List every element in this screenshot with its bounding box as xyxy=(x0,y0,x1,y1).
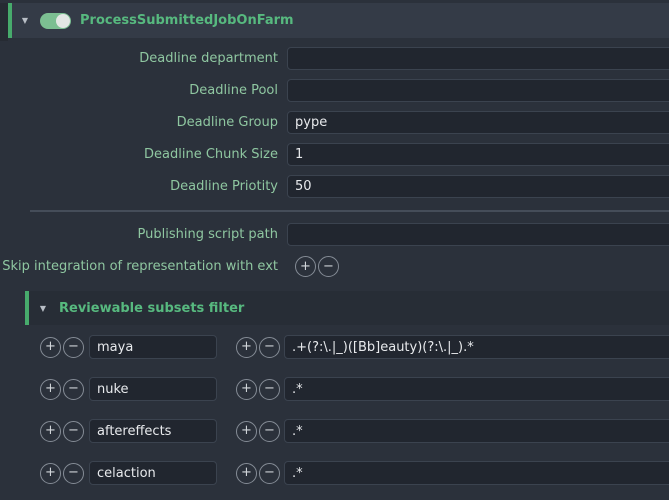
deadline-group-input[interactable] xyxy=(287,111,669,134)
filter-row-nuke: + − + − xyxy=(40,377,669,401)
filter-key-input[interactable] xyxy=(89,335,217,359)
add-item-button[interactable]: + xyxy=(40,379,61,400)
field-row-publishing-script-path: Publishing script path xyxy=(0,223,669,246)
filter-value-input[interactable] xyxy=(284,419,669,443)
skip-integration-row: Skip integration of representation with … xyxy=(0,255,669,278)
value-list-buttons: + − xyxy=(236,337,280,358)
deadline-chunk-size-input[interactable] xyxy=(287,143,669,166)
subsets-filter-rows: + − + − + − + − xyxy=(0,335,669,485)
value-list-buttons: + − xyxy=(236,463,280,484)
filter-key-input[interactable] xyxy=(89,461,217,485)
field-label: Deadline Pool xyxy=(0,83,278,98)
add-item-button[interactable]: + xyxy=(40,463,61,484)
field-row-deadline-group: Deadline Group xyxy=(0,111,669,134)
collapse-arrow-icon[interactable]: ▼ xyxy=(19,16,31,25)
field-label: Skip integration of representation with … xyxy=(0,259,278,274)
key-list-buttons: + − xyxy=(40,463,84,484)
add-item-button[interactable]: + xyxy=(236,463,257,484)
value-list-buttons: + − xyxy=(236,421,280,442)
field-label: Deadline Group xyxy=(0,115,278,130)
filter-value-input[interactable] xyxy=(284,461,669,485)
filter-row-maya: + − + − xyxy=(40,335,669,359)
remove-item-button[interactable]: − xyxy=(63,337,84,358)
filter-key-input[interactable] xyxy=(89,419,217,443)
field-label: Deadline department xyxy=(0,51,278,66)
deadline-department-input[interactable] xyxy=(287,47,669,70)
remove-item-button[interactable]: − xyxy=(259,379,280,400)
add-item-button[interactable]: + xyxy=(40,337,61,358)
remove-item-button[interactable]: − xyxy=(63,379,84,400)
add-item-button[interactable]: + xyxy=(40,421,61,442)
key-list-buttons: + − xyxy=(40,379,84,400)
key-list-buttons: + − xyxy=(40,337,84,358)
collapse-arrow-icon[interactable]: ▼ xyxy=(37,304,49,313)
deadline-priority-input[interactable] xyxy=(287,175,669,198)
value-list-buttons: + − xyxy=(236,379,280,400)
section-header-reviewable-subsets-filter[interactable]: ▼ Reviewable subsets filter xyxy=(25,291,669,325)
section-title: Reviewable subsets filter xyxy=(59,301,244,316)
section-header-process-submitted-job-on-farm[interactable]: ▼ ProcessSubmittedJobOnFarm xyxy=(8,3,669,38)
remove-item-button[interactable]: − xyxy=(259,337,280,358)
publishing-script-path-input[interactable] xyxy=(287,223,669,246)
field-label: Deadline Chunk Size xyxy=(0,147,278,162)
enabled-toggle[interactable] xyxy=(40,13,71,29)
filter-row-celaction: + − + − xyxy=(40,461,669,485)
settings-form: Deadline department Deadline Pool Deadli… xyxy=(0,47,669,485)
filter-row-aftereffects: + − + − xyxy=(40,419,669,443)
add-item-button[interactable]: + xyxy=(236,379,257,400)
divider xyxy=(30,210,669,212)
filter-value-input[interactable] xyxy=(284,377,669,401)
field-row-deadline-pool: Deadline Pool xyxy=(0,79,669,102)
section-title: ProcessSubmittedJobOnFarm xyxy=(80,13,294,28)
field-row-deadline-chunk-size: Deadline Chunk Size xyxy=(0,143,669,166)
field-row-deadline-department: Deadline department xyxy=(0,47,669,70)
toggle-knob xyxy=(56,14,70,28)
add-item-button[interactable]: + xyxy=(236,337,257,358)
remove-item-button[interactable]: − xyxy=(259,463,280,484)
filter-key-input[interactable] xyxy=(89,377,217,401)
field-label: Deadline Priotity xyxy=(0,179,278,194)
outer-background-strip xyxy=(0,3,8,41)
field-row-deadline-priority: Deadline Priotity xyxy=(0,175,669,198)
remove-item-button[interactable]: − xyxy=(318,256,339,277)
key-list-buttons: + − xyxy=(40,421,84,442)
filter-value-input[interactable] xyxy=(284,335,669,359)
deadline-pool-input[interactable] xyxy=(287,79,669,102)
remove-item-button[interactable]: − xyxy=(63,463,84,484)
remove-item-button[interactable]: − xyxy=(259,421,280,442)
field-label: Publishing script path xyxy=(0,227,278,242)
add-item-button[interactable]: + xyxy=(236,421,257,442)
remove-item-button[interactable]: − xyxy=(63,421,84,442)
add-item-button[interactable]: + xyxy=(295,256,316,277)
list-buttons: + − xyxy=(295,256,339,277)
